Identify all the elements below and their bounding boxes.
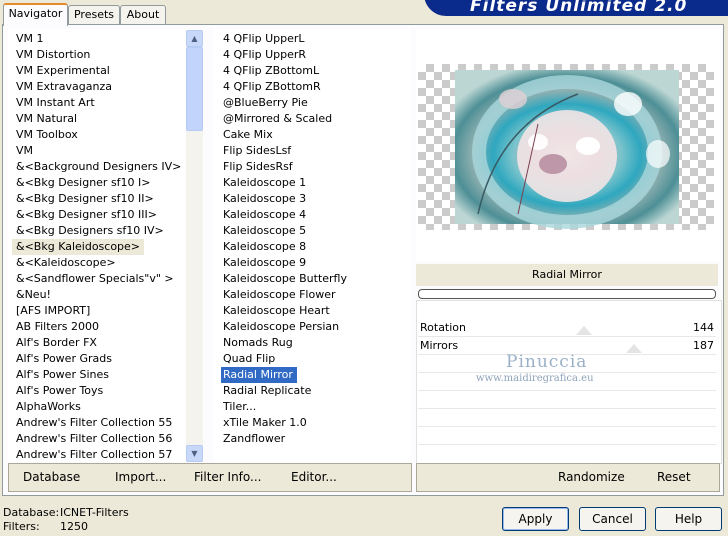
database-button[interactable]: Database <box>23 470 80 484</box>
filter-item[interactable]: Kaleidoscope 9 <box>214 255 306 271</box>
filter-item[interactable]: Cake Mix <box>214 127 273 143</box>
filter-item[interactable]: Kaleidoscope 3 <box>214 191 306 207</box>
preview-image <box>455 70 679 229</box>
filter-item[interactable]: 4 QFlip ZBottomR <box>214 79 321 95</box>
category-item[interactable]: &<Sandflower Specials"v" > <box>8 271 174 287</box>
slider-thumb-rotation[interactable] <box>576 326 592 335</box>
filter-item[interactable]: xTile Maker 1.0 <box>214 415 307 431</box>
apply-button[interactable]: Apply <box>502 507 569 531</box>
param-label: Rotation <box>420 321 467 334</box>
progress-bar <box>418 289 716 299</box>
category-item[interactable]: AB Filters 2000 <box>8 319 99 335</box>
import-button[interactable]: Import... <box>115 470 166 484</box>
reset-button[interactable]: Reset <box>657 470 691 484</box>
app-title: Filters Unlimited 2.0 <box>470 0 688 16</box>
filter-item[interactable]: 4 QFlip UpperL <box>214 31 305 47</box>
param-label: Mirrors <box>420 339 459 352</box>
filter-item[interactable]: Kaleidoscope 1 <box>214 175 306 191</box>
filter-item[interactable]: Kaleidoscope Butterfly <box>214 271 347 287</box>
status-database-value: ICNET-Filters <box>60 506 129 519</box>
category-item[interactable]: [AFS IMPORT] <box>8 303 90 319</box>
category-item[interactable]: VM Toolbox <box>8 127 78 143</box>
filter-item[interactable]: 4 QFlip UpperR <box>214 47 306 63</box>
filter-item[interactable]: Zandflower <box>214 431 285 447</box>
filter-item[interactable]: @Mirrored & Scaled <box>214 111 332 127</box>
status-filters-value: 1250 <box>60 520 88 533</box>
category-item[interactable]: &<Bkg Designers sf10 IV> <box>8 223 164 239</box>
category-item[interactable]: Alf's Border FX <box>8 335 97 351</box>
filter-info-button[interactable]: Filter Info... <box>194 470 261 484</box>
filter-item[interactable]: Nomads Rug <box>214 335 293 351</box>
filter-item[interactable]: Kaleidoscope 5 <box>214 223 306 239</box>
scroll-up-button[interactable]: ▲ <box>186 30 203 47</box>
category-item[interactable]: VM Instant Art <box>8 95 95 111</box>
category-item[interactable]: Alf's Power Sines <box>8 367 109 383</box>
status-filters-label: Filters: <box>3 520 40 533</box>
tab-navigator[interactable]: Navigator <box>3 3 68 26</box>
randomize-button[interactable]: Randomize <box>558 470 625 484</box>
param-row-empty <box>418 427 716 445</box>
tab-about[interactable]: About <box>120 5 166 24</box>
filter-name-label: Radial Mirror <box>416 264 718 286</box>
watermark-name: Pinuccia <box>506 352 588 372</box>
param-rotation[interactable]: Rotation 144 <box>418 319 716 337</box>
category-list[interactable]: VM 1 VM Distortion VM Experimental VM Extra… <box>8 29 204 462</box>
category-item[interactable]: &<Bkg Designer sf10 II> <box>8 191 154 207</box>
filter-item[interactable]: Flip SidesRsf <box>214 159 293 175</box>
help-button[interactable]: Help <box>655 507 722 531</box>
category-item[interactable]: &<Background Designers IV> <box>8 159 181 175</box>
filter-item[interactable]: Kaleidoscope Persian <box>214 319 339 335</box>
category-item[interactable]: VM Natural <box>8 111 77 127</box>
category-item[interactable]: VM <box>8 143 33 159</box>
category-item[interactable]: VM Experimental <box>8 63 110 79</box>
filter-item[interactable]: 4 QFlip ZBottomL <box>214 63 319 79</box>
category-item[interactable]: &<Bkg Designer sf10 III> <box>8 207 157 223</box>
filter-list[interactable]: 4 QFlip UpperL 4 QFlip UpperR 4 QFlip ZBot… <box>214 29 410 462</box>
param-value: 144 <box>693 321 714 334</box>
status-database-label: Database: <box>3 506 60 519</box>
filter-item[interactable]: Kaleidoscope 4 <box>214 207 306 223</box>
category-item[interactable]: &<Bkg Designer sf10 I> <box>8 175 151 191</box>
watermark-url: www.maidiregrafica.eu <box>476 373 594 384</box>
category-item[interactable]: Andrew's Filter Collection 56 <box>8 431 172 447</box>
category-item[interactable]: Andrew's Filter Collection 55 <box>8 415 172 431</box>
category-item[interactable]: &Neu! <box>8 287 51 303</box>
scrollbar-thumb[interactable] <box>186 47 203 131</box>
cancel-button[interactable]: Cancel <box>579 507 646 531</box>
filter-item[interactable]: Radial Replicate <box>214 383 311 399</box>
category-item[interactable]: Andrew's Filter Collection 57 <box>8 447 172 462</box>
category-scrollbar[interactable]: ▲ ▼ <box>186 30 203 462</box>
tab-presets[interactable]: Presets <box>68 5 120 24</box>
scroll-down-button[interactable]: ▼ <box>186 445 203 462</box>
editor-button[interactable]: Editor... <box>291 470 337 484</box>
filter-item[interactable]: Radial Mirror <box>221 367 297 383</box>
filter-item[interactable]: Kaleidoscope Flower <box>214 287 336 303</box>
filter-item[interactable]: @BlueBerry Pie <box>214 95 308 111</box>
left-button-bar: Database Import... Filter Info... Editor… <box>8 463 412 492</box>
preview-checkerboard <box>418 64 714 230</box>
filter-item[interactable]: Kaleidoscope 8 <box>214 239 306 255</box>
category-item[interactable]: VM 1 <box>8 31 44 47</box>
filter-item[interactable]: Quad Flip <box>214 351 275 367</box>
category-item[interactable]: &<Kaleidoscope> <box>8 255 116 271</box>
param-row-empty <box>418 391 716 409</box>
category-item[interactable]: VM Extravaganza <box>8 79 112 95</box>
category-item[interactable]: VM Distortion <box>8 47 90 63</box>
category-item[interactable]: Alf's Power Toys <box>8 383 103 399</box>
filter-item[interactable]: Kaleidoscope Heart <box>214 303 330 319</box>
filter-item[interactable]: Flip SidesLsf <box>214 143 291 159</box>
param-row-empty <box>418 409 716 427</box>
category-item[interactable]: AlphaWorks <box>8 399 81 415</box>
category-item[interactable]: &<Bkg Kaleidoscope> <box>12 239 145 255</box>
right-button-bar: Randomize Reset <box>416 463 720 492</box>
param-value: 187 <box>693 339 714 352</box>
slider-thumb-mirrors[interactable] <box>626 344 642 353</box>
filter-item[interactable]: Tiler... <box>214 399 256 415</box>
category-item[interactable]: Alf's Power Grads <box>8 351 112 367</box>
